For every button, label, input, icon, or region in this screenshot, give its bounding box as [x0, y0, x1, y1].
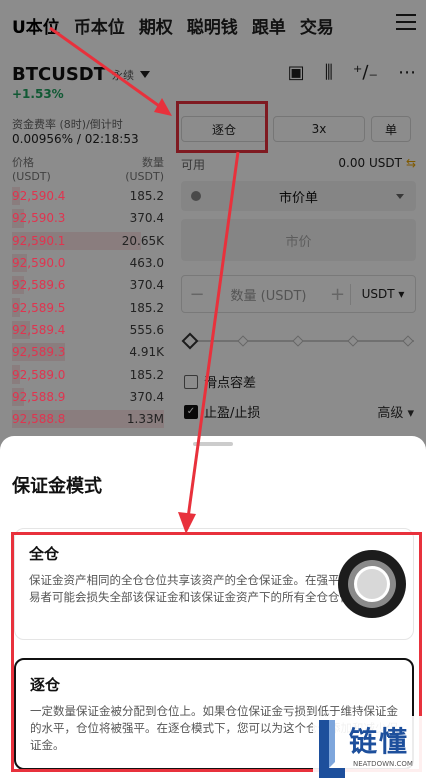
watermark-domain: NEATDOWN.COM — [353, 760, 413, 768]
ask-price: 92,589.0 — [12, 367, 66, 382]
ask-quantity: 20.65K — [121, 233, 164, 248]
ask-quantity: 185.2 — [129, 300, 164, 315]
watermark-logo — [319, 720, 345, 778]
ask-quantity: 555.6 — [129, 322, 164, 337]
floating-assistive-button[interactable] — [338, 550, 406, 618]
ask-quantity: 1.33M — [126, 412, 164, 427]
ask-price: 92,590.0 — [12, 256, 66, 271]
ask-quantity: 185.2 — [129, 367, 164, 382]
sheet-handle[interactable] — [193, 442, 233, 446]
ask-price: 92,590.3 — [12, 211, 66, 226]
ask-price: 92,588.9 — [12, 389, 66, 404]
sheet-title: 保证金模式 — [12, 476, 102, 497]
ask-price: 92,589.3 — [12, 345, 66, 360]
ask-price: 92,589.6 — [12, 278, 66, 293]
ask-price: 92,590.1 — [12, 233, 66, 248]
ask-quantity: 370.4 — [129, 278, 164, 293]
ask-quantity: 370.4 — [129, 389, 164, 404]
watermark: 链懂 NEATDOWN.COM — [313, 716, 426, 783]
ask-price: 92,590.4 — [12, 189, 66, 204]
ask-price: 92,589.5 — [12, 300, 66, 315]
ask-quantity: 463.0 — [129, 256, 164, 271]
ask-quantity: 185.2 — [129, 189, 164, 204]
watermark-text: 链懂 — [349, 725, 410, 758]
ask-quantity: 4.91K — [129, 345, 164, 360]
ask-price: 92,588.8 — [12, 412, 66, 427]
ask-price: 92,589.4 — [12, 322, 66, 337]
ask-quantity: 370.4 — [129, 211, 164, 226]
